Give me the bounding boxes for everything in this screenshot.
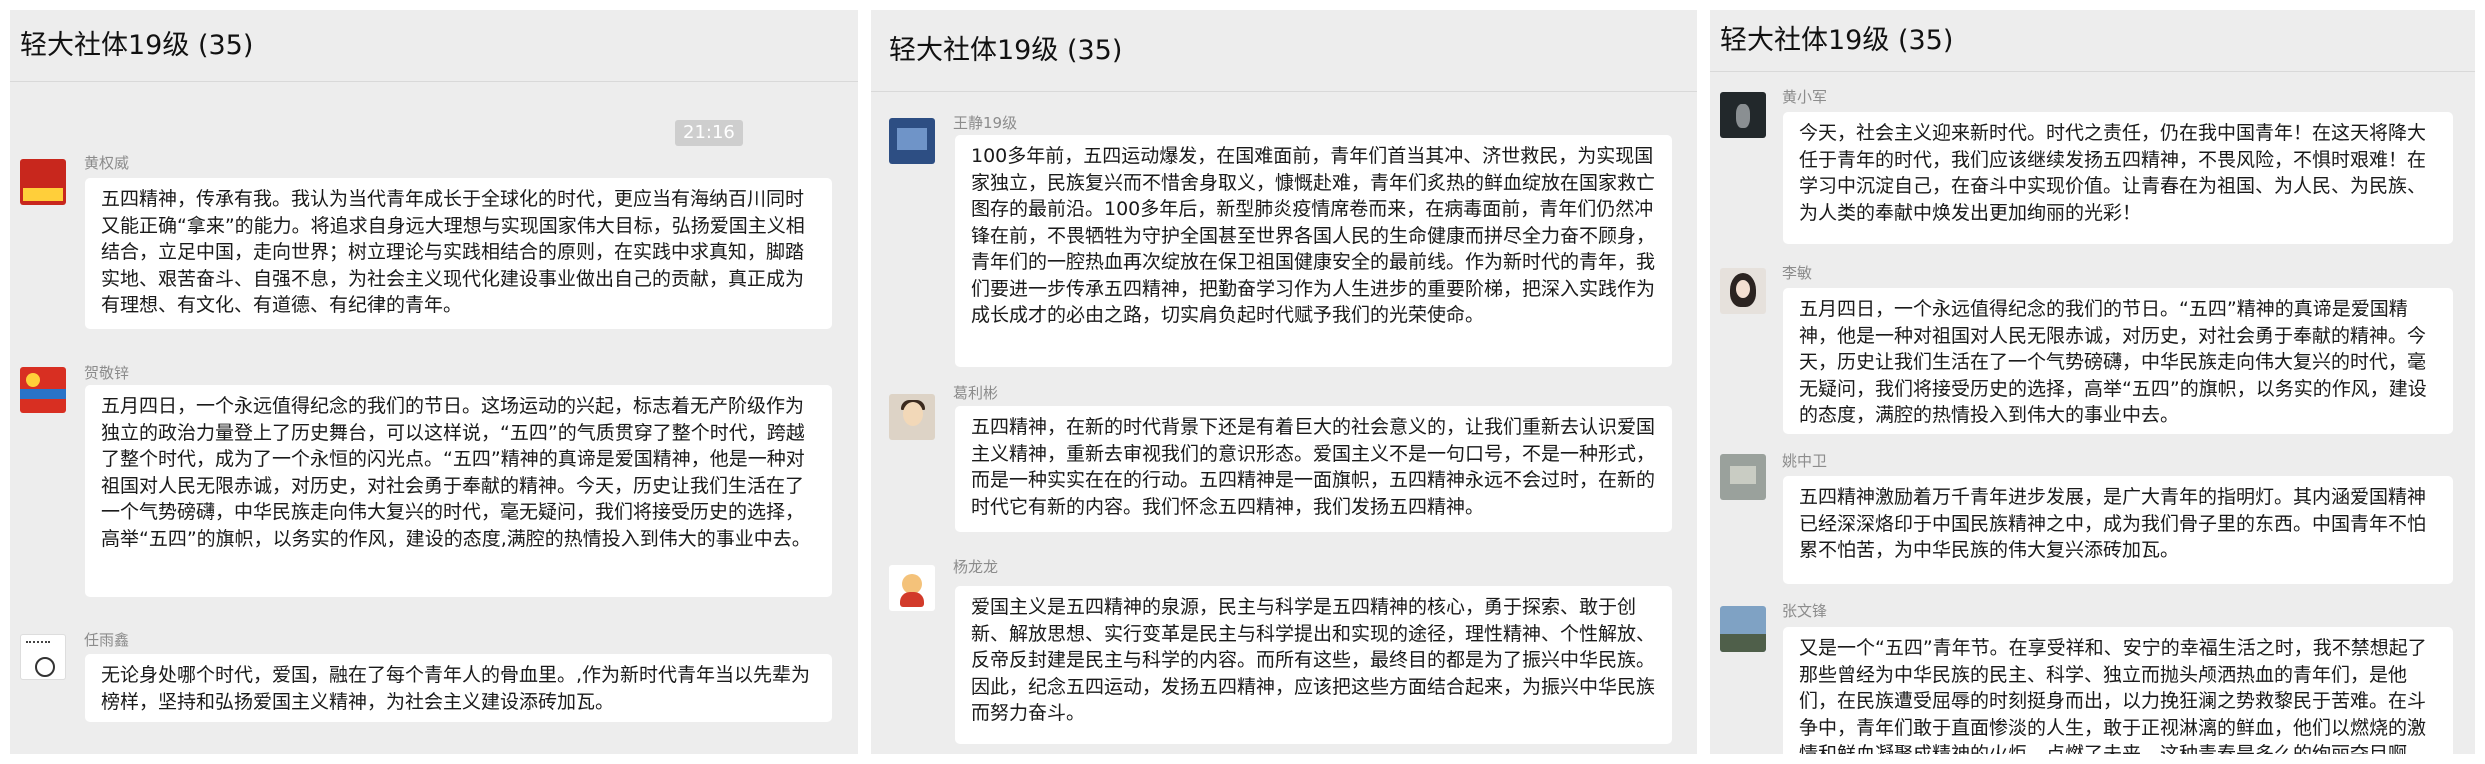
doodle-avatar[interactable] [20, 634, 66, 680]
message-bubble[interactable]: 又是一个“五四”青年节。在享受祥和、安宁的幸福生活之时，我不禁想起了那些曾经为中… [1783, 627, 2453, 754]
sender-name: 李敏 [1782, 264, 1813, 282]
sender-name: 黄权威 [84, 154, 130, 172]
grey-photo-avatar[interactable] [1720, 454, 1766, 500]
message-bubble[interactable]: 今天，社会主义迎来新时代。时代之责任，仍在我中国青年！在这天将降大任于青年的时代… [1783, 112, 2453, 244]
chat-title: 轻大社体19级 (35) [10, 10, 858, 82]
sender-name: 杨龙龙 [953, 558, 999, 576]
message-bubble[interactable]: 五月四日，一个永远值得纪念的我们的节日。这场运动的兴起，标志着无产阶级作为独立的… [85, 385, 832, 597]
message-list[interactable]: 21:16 黄权威 五四精神，传承有我。我认为当代青年成长于全球化的时代，更应当… [10, 82, 858, 754]
landscape-avatar[interactable] [1720, 606, 1766, 652]
child-photo-avatar[interactable] [889, 394, 935, 440]
message-bubble[interactable]: 100多年前，五四运动爆发，在国难面前，青年们首当其冲、济世救民，为实现国家独立… [955, 135, 1672, 367]
flag-avatar[interactable] [20, 367, 66, 413]
sender-name: 王静19级 [953, 114, 1018, 132]
sender-name: 张文锋 [1782, 602, 1828, 620]
chat-title: 轻大社体19级 (35) [871, 10, 1697, 92]
cartoon-avatar[interactable] [889, 565, 935, 611]
chat-panel-1: 轻大社体19级 (35) 21:16 黄权威 五四精神，传承有我。我认为当代青年… [10, 10, 858, 754]
timestamp: 21:16 [675, 120, 743, 146]
message-bubble[interactable]: 五四精神激励着万千青年进步发展，是广大青年的指明灯。其内涵爱国精神已经深深烙印于… [1783, 476, 2453, 584]
message-bubble[interactable]: 五四精神，在新的时代背景下还是有着巨大的社会意义的，让我们重新去认识爱国主义精神… [955, 406, 1672, 532]
dark-photo-avatar[interactable] [1720, 92, 1766, 138]
sender-name: 黄小军 [1782, 88, 1828, 106]
sender-name: 贺敬锌 [84, 364, 130, 382]
portrait-avatar[interactable] [1720, 268, 1766, 314]
message-bubble[interactable]: 五四精神，传承有我。我认为当代青年成长于全球化的时代，更应当有海纳百川同时又能正… [85, 178, 832, 329]
sender-name: 任雨鑫 [84, 631, 130, 649]
chat-panel-3: 轻大社体19级 (35) 黄小军 今天，社会主义迎来新时代。时代之责任，仍在我中… [1710, 10, 2475, 754]
chat-panel-2: 轻大社体19级 (35) 王静19级 100多年前，五四运动爆发，在国难面前，青… [871, 10, 1697, 754]
message-list[interactable]: 黄小军 今天，社会主义迎来新时代。时代之责任，仍在我中国青年！在这天将降大任于青… [1710, 72, 2475, 754]
chat-title: 轻大社体19级 (35) [1710, 10, 2475, 72]
message-bubble[interactable]: 无论身处哪个时代，爱国，融在了每个青年人的骨血里。,作为新时代青年当以先辈为榜样… [85, 654, 832, 722]
sender-name: 葛利彬 [953, 384, 999, 402]
blue-photo-avatar[interactable] [889, 118, 935, 164]
sender-name: 姚中卫 [1782, 452, 1828, 470]
message-list[interactable]: 王静19级 100多年前，五四运动爆发，在国难面前，青年们首当其冲、济世救民，为… [871, 92, 1697, 754]
message-bubble[interactable]: 爱国主义是五四精神的泉源，民主与科学是五四精神的核心，勇于探索、敢于创新、解放思… [955, 586, 1672, 744]
message-bubble[interactable]: 五月四日，一个永远值得纪念的我们的节日。“五四”精神的真谛是爱国精神，他是一种对… [1783, 288, 2453, 434]
red-badge-avatar[interactable] [20, 159, 66, 205]
